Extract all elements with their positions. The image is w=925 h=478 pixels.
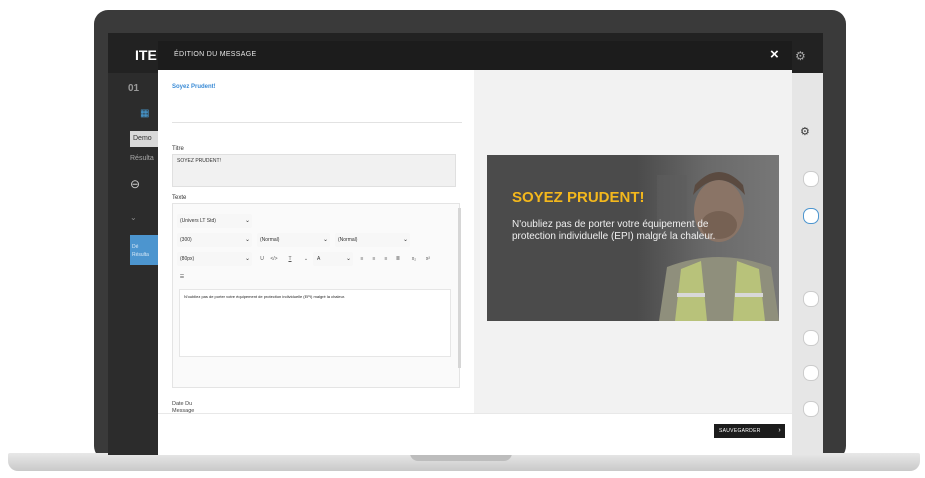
- row-toggle-icon[interactable]: [803, 171, 819, 187]
- modal-header: ÉDITION DU MESSAGE ×: [158, 41, 792, 70]
- collapse-icon[interactable]: ⊖: [130, 177, 140, 191]
- list-icon[interactable]: ☰: [177, 270, 187, 284]
- row-toggle-icon[interactable]: [803, 330, 819, 346]
- preview-pane: SOYEZ PRUDENT! N'oubliez pas de porter v…: [474, 70, 792, 413]
- demo-field[interactable]: Demo: [130, 131, 160, 147]
- text-color-icon[interactable]: T: [285, 252, 295, 266]
- gear-icon[interactable]: ⚙: [795, 49, 806, 63]
- settings-icon[interactable]: ⚙: [800, 125, 810, 138]
- justify-icon[interactable]: ≣: [393, 252, 403, 266]
- subscript-icon[interactable]: x₂: [409, 252, 419, 266]
- close-icon[interactable]: ×: [770, 46, 779, 63]
- edit-message-modal: ÉDITION DU MESSAGE × Soyez Prudent! Titr…: [158, 41, 792, 455]
- preview-title: SOYEZ PRUDENT!: [512, 189, 645, 206]
- modal-footer: SAUVEGARDER ›: [158, 413, 792, 455]
- screen: ITE ⚙ 01 ▦ Demo Résulta ⊖ ⌄ Dé Résulta ⚙…: [108, 33, 823, 455]
- title-input[interactable]: SOYEZ PRUDENT!: [172, 154, 456, 187]
- preview-body: N'oubliez pas de porter votre équipement…: [512, 219, 716, 242]
- modal-title: ÉDITION DU MESSAGE: [174, 51, 257, 58]
- superscript-icon[interactable]: x²: [423, 252, 433, 266]
- align-center-icon[interactable]: ≡: [369, 252, 379, 266]
- row-toggle-icon[interactable]: [803, 401, 819, 417]
- divider: [172, 122, 462, 123]
- style-select-1[interactable]: (Normal) ⌄: [257, 233, 330, 247]
- message-preview-card: SOYEZ PRUDENT! N'oubliez pas de porter v…: [487, 155, 779, 321]
- code-icon[interactable]: </>: [269, 252, 279, 266]
- editor-pane: Soyez Prudent! Titre SOYEZ PRUDENT! Text…: [158, 70, 474, 420]
- font-select[interactable]: (Univers LT Std) ⌄: [177, 214, 252, 228]
- align-right-icon[interactable]: ≡: [381, 252, 391, 266]
- chevron-down-icon[interactable]: ⌄: [130, 213, 137, 222]
- result-label: Résulta: [130, 155, 154, 162]
- app-brand: ITE: [135, 47, 157, 63]
- editor-scrollbar[interactable]: [458, 208, 461, 368]
- row-toggle-icon[interactable]: [803, 365, 819, 381]
- style-select-2[interactable]: (Normal) ⌄: [335, 233, 410, 247]
- message-textarea[interactable]: N'oubliez pas de porter votre équipement…: [179, 289, 451, 357]
- font-color-select[interactable]: A ⌄: [313, 252, 353, 266]
- title-label: Titre: [172, 146, 184, 152]
- row-toggle-icon[interactable]: [803, 291, 819, 307]
- size-select[interactable]: (300) ⌄: [177, 233, 252, 247]
- text-label: Texte: [172, 195, 187, 201]
- rich-text-editor: (Univers LT Std) ⌄ (300) ⌄ (Normal) ⌄ (Norm…: [172, 203, 461, 388]
- side-action-button[interactable]: Dé Résulta: [130, 235, 158, 265]
- row-toggle-icon-active[interactable]: [803, 208, 819, 224]
- grid-icon[interactable]: ▦: [140, 108, 149, 119]
- px-select[interactable]: (80px) ⌄: [177, 252, 252, 266]
- save-button[interactable]: SAUVEGARDER ›: [714, 424, 785, 438]
- underline-icon[interactable]: U: [257, 252, 267, 266]
- toolbar-row-3: (80px) ⌄ U </> T ⌄ A ⌄ ≡ ≡ ≡ ≣ x₂ x²: [177, 252, 457, 268]
- app-subtitle: 01: [128, 83, 140, 94]
- align-left-icon[interactable]: ≡: [357, 252, 367, 266]
- message-heading: Soyez Prudent!: [172, 84, 216, 90]
- chevron-right-icon: ›: [778, 427, 781, 434]
- chevron-down-icon[interactable]: ⌄: [301, 252, 311, 266]
